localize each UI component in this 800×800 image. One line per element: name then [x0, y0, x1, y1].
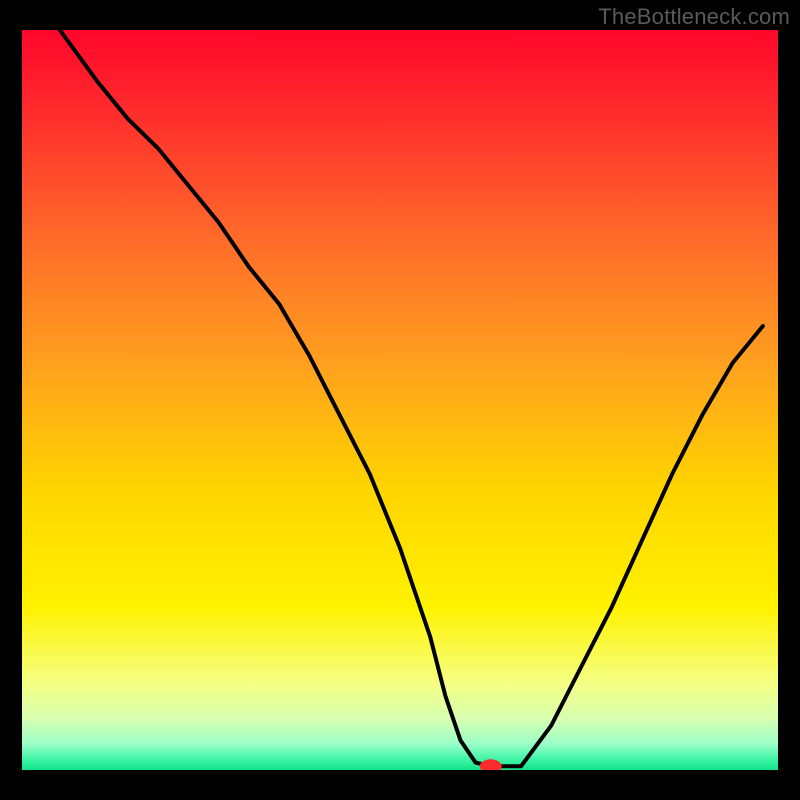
watermark-label: TheBottleneck.com [598, 4, 790, 30]
plot-area [22, 30, 778, 770]
chart-frame: TheBottleneck.com [0, 0, 800, 800]
chart-svg [22, 30, 778, 770]
gradient-background [22, 30, 778, 770]
